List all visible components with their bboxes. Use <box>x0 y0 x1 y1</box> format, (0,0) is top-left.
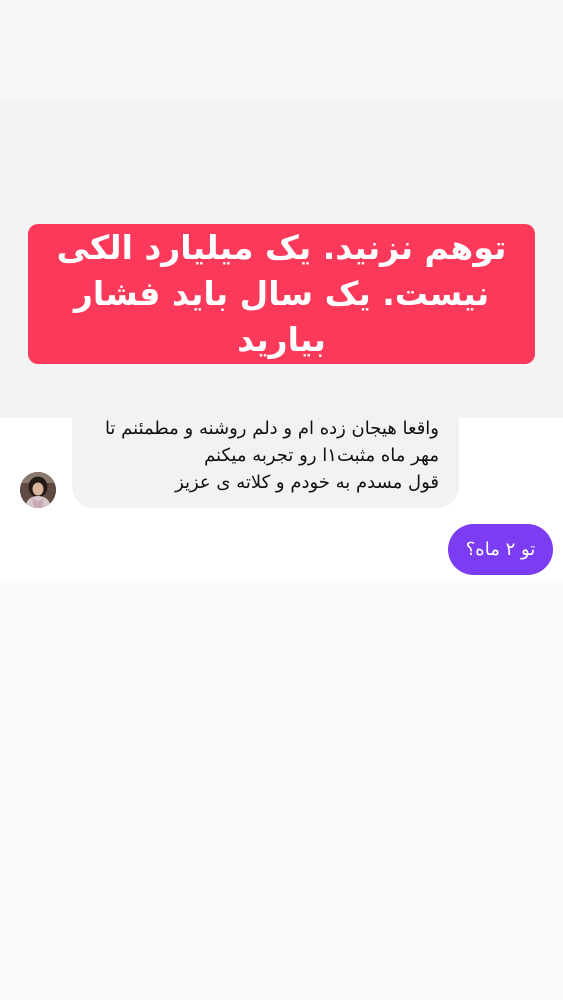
incoming-message-bubble: واقعا هیجان زده ام و دلم روشنه و مطمئنم … <box>72 398 459 508</box>
outgoing-message-text: تو ۲ ماه؟ <box>465 539 536 560</box>
incoming-message-text: واقعا هیجان زده ام و دلم روشنه و مطمئنم … <box>104 418 439 493</box>
sender-avatar[interactable] <box>20 472 56 508</box>
outgoing-message-bubble: تو ۲ ماه؟ <box>448 524 553 575</box>
bottom-background <box>0 583 563 1000</box>
caption-text: توهم نزنید. یک میلیارد الکی نیست. یک سال… <box>56 228 507 359</box>
caption-banner: توهم نزنید. یک میلیارد الکی نیست. یک سال… <box>28 224 535 364</box>
top-background <box>0 0 563 100</box>
profile-photo-icon <box>20 472 56 508</box>
